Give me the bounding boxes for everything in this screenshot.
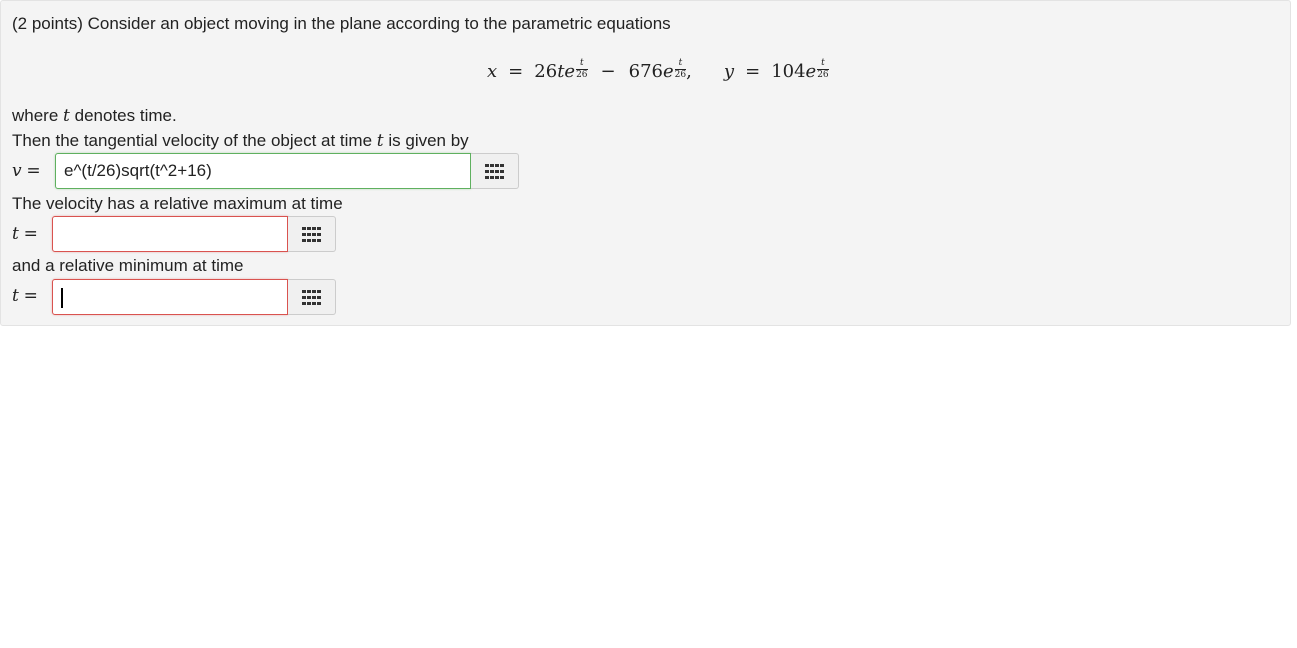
min-time-keypad-button[interactable]	[288, 279, 336, 315]
max-time-keypad-button[interactable]	[288, 216, 336, 252]
where-suffix: denotes time.	[74, 106, 177, 125]
where-line: where t denotes time.	[12, 106, 177, 126]
eq-x-e2: e	[663, 61, 674, 82]
v-label: v =	[12, 161, 41, 181]
t-max-label-var: t	[12, 224, 19, 244]
velocity-answer-value: e^(t/26)sqrt(t^2+16)	[64, 161, 212, 180]
eq-y-coef: 104	[771, 61, 806, 82]
eq-equals-1: =	[508, 61, 524, 82]
grid-keypad-icon	[302, 226, 321, 242]
t-min-label-eq: =	[23, 286, 38, 306]
max-text: The velocity has a relative maximum at t…	[12, 194, 343, 213]
eq-exponent-1: t 26	[576, 58, 588, 80]
eq-x-coef2: 676	[628, 61, 664, 82]
grid-keypad-icon	[485, 163, 504, 179]
v-label-eq: =	[26, 161, 41, 181]
then-line: Then the tangential velocity of the obje…	[12, 131, 469, 151]
then-var: t	[376, 131, 384, 151]
then-suffix: is given by	[388, 131, 469, 150]
eq-equals-2: =	[745, 61, 761, 82]
eq-x-coef1: 26	[534, 61, 558, 82]
min-text: and a relative minimum at time	[12, 256, 244, 275]
text-caret	[61, 287, 63, 308]
t-min-label: t =	[12, 286, 38, 306]
t-max-label: t =	[12, 224, 38, 244]
eq-x-e1: e	[564, 61, 576, 82]
eq-y-var: y	[723, 61, 735, 82]
where-var: t	[63, 106, 70, 126]
eq-x-var: x	[487, 61, 498, 82]
eq-comma: ,	[686, 61, 692, 82]
problem-intro: (2 points) Consider an object moving in …	[12, 14, 671, 33]
eq-y-e: e	[805, 61, 817, 82]
parametric-equations: x = 26te t 26 − 676e t 26, y = 104e t 26	[487, 59, 829, 91]
problem-panel: (2 points) Consider an object moving in …	[0, 0, 1291, 326]
min-time-input[interactable]	[52, 279, 288, 315]
v-label-var: v	[12, 161, 22, 181]
eq-minus: −	[600, 61, 616, 82]
eq-x-t: t	[557, 61, 565, 82]
eq-exponent-2: t 26	[674, 58, 687, 80]
then-prefix: Then the tangential velocity of the obje…	[12, 131, 373, 150]
velocity-answer-input[interactable]: e^(t/26)sqrt(t^2+16)	[55, 153, 471, 189]
where-prefix: where	[12, 106, 59, 125]
velocity-keypad-button[interactable]	[471, 153, 519, 189]
eq-exponent-3: t 26	[817, 58, 829, 80]
grid-keypad-icon	[302, 289, 321, 305]
t-min-label-var: t	[12, 286, 19, 306]
max-time-input[interactable]	[52, 216, 288, 252]
t-max-label-eq: =	[23, 224, 38, 244]
